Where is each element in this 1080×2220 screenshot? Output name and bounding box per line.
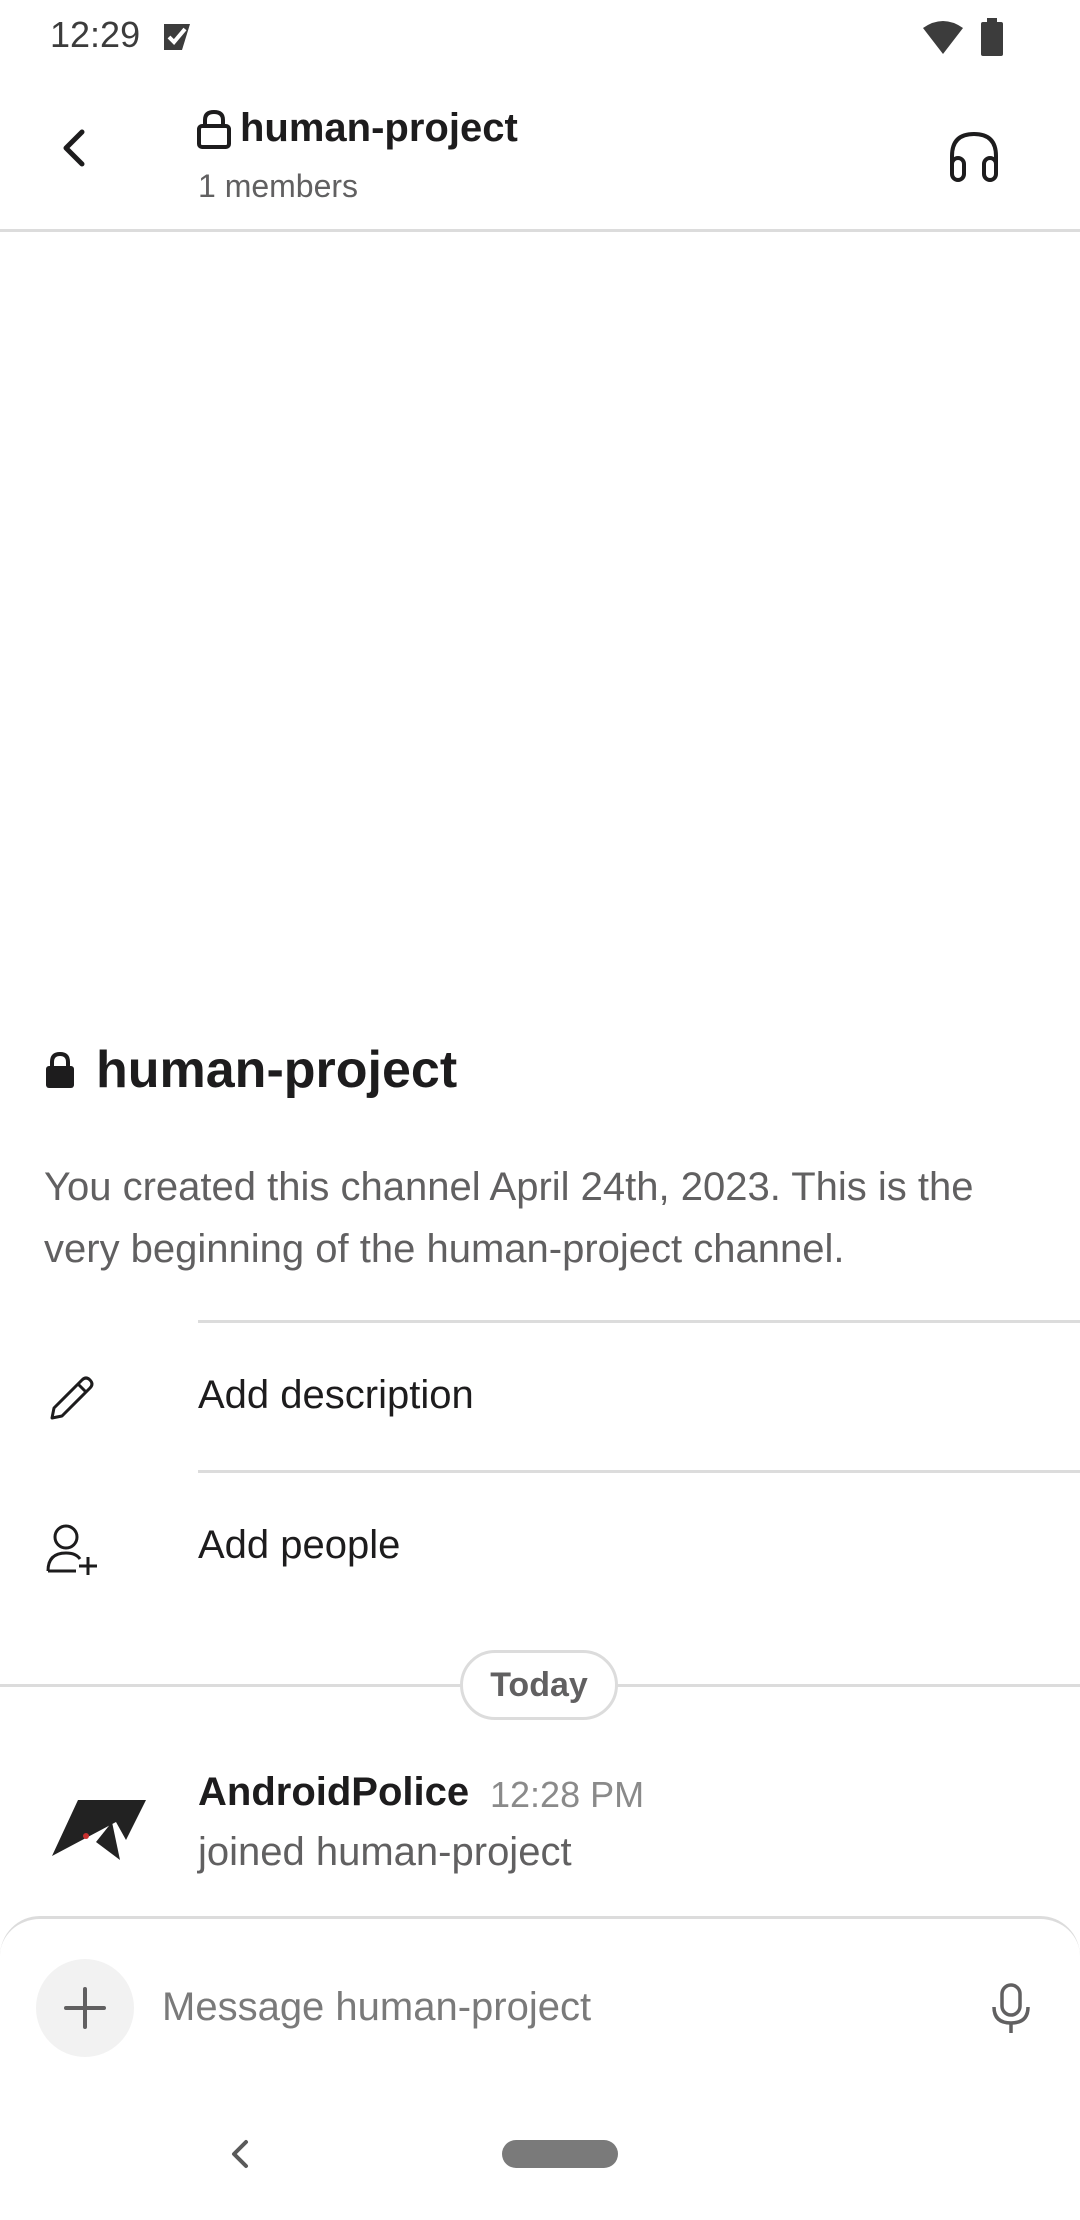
member-count[interactable]: 1 members: [198, 168, 358, 205]
status-time: 12:29: [50, 14, 141, 55]
intro-description: You created this channel April 24th, 202…: [44, 1165, 974, 1271]
status-bar: 12:29: [0, 0, 1080, 76]
intro-title: human-project: [44, 1040, 457, 1100]
add-people-button[interactable]: Add people: [0, 1473, 1080, 1623]
message-composer: [0, 1916, 1080, 2116]
microphone-icon[interactable]: [986, 1981, 1036, 2037]
avatar[interactable]: [50, 1778, 146, 1874]
channel-name: human-project: [240, 106, 518, 150]
add-person-icon: [46, 1524, 97, 1575]
message-timestamp: 12:28 PM: [490, 1774, 645, 1815]
battery-icon: [981, 18, 1003, 56]
headphones-icon[interactable]: [946, 128, 1002, 184]
plus-icon: [64, 1987, 106, 2029]
wifi-icon: [923, 21, 963, 54]
intro-channel-name: human-project: [96, 1041, 458, 1099]
notification-check-icon: [164, 24, 190, 50]
message-text: joined human-project: [198, 1830, 572, 1874]
channel-title[interactable]: human-project: [196, 106, 518, 151]
message-author[interactable]: AndroidPolice: [198, 1770, 469, 1815]
add-people-label: Add people: [198, 1523, 401, 1567]
pencil-icon: [50, 1376, 94, 1420]
channel-header: human-project 1 members: [0, 76, 1080, 232]
nav-back-icon[interactable]: [222, 2134, 256, 2174]
lock-icon: [197, 109, 231, 149]
lock-icon: [46, 1051, 74, 1088]
add-attachment-button[interactable]: [36, 1959, 134, 2057]
message-input[interactable]: [162, 1977, 942, 2037]
day-divider-badge[interactable]: Today: [460, 1650, 618, 1720]
add-description-label: Add description: [198, 1373, 474, 1417]
back-arrow-icon[interactable]: [44, 116, 108, 180]
add-description-button[interactable]: Add description: [0, 1323, 1080, 1473]
nav-home-pill[interactable]: [502, 2140, 618, 2168]
